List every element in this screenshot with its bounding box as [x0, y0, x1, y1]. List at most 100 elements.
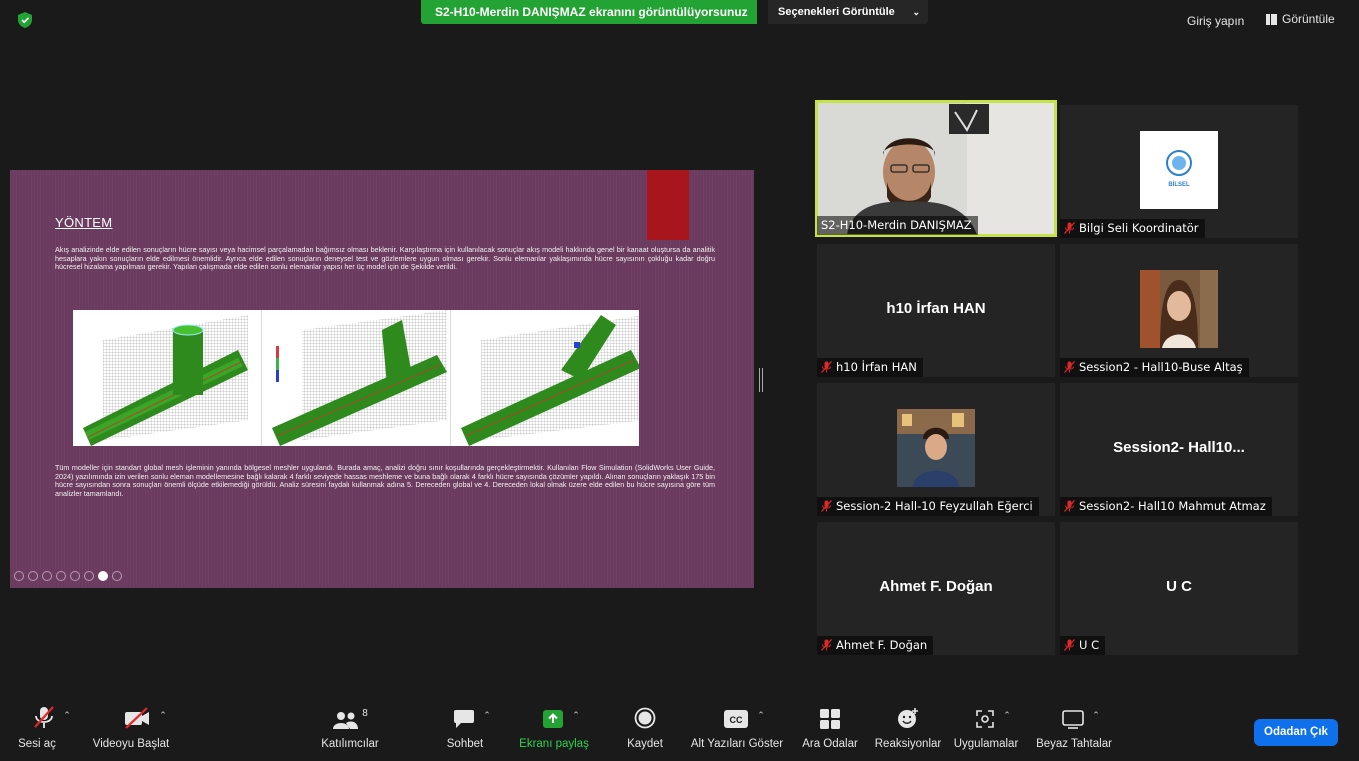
participant-name: Ahmet F. Doğan: [836, 638, 928, 652]
prev-slide-icon[interactable]: [14, 571, 24, 581]
split-view-handle[interactable]: [759, 368, 763, 392]
chevron-up-icon[interactable]: ⌃: [757, 711, 765, 721]
slide-paragraph-1: Akış analizinde elde edilen sonuçların h…: [55, 245, 715, 272]
participants-button[interactable]: 8 Katılımcılar: [312, 697, 388, 761]
view-options-button[interactable]: Seçenekleri Görüntüle ⌄: [768, 0, 928, 24]
chevron-down-icon: ⌄: [912, 7, 920, 17]
view-layout-button[interactable]: Görüntüle: [1266, 12, 1335, 26]
mic-muted-icon: [821, 639, 832, 651]
participant-display-name: h10 İrfan HAN: [886, 300, 986, 317]
start-video-button[interactable]: ⌃ Videoyu Başlat: [93, 697, 190, 761]
chevron-up-icon[interactable]: ⌃: [572, 711, 580, 721]
show-captions-button[interactable]: CC ⌃ Alt Yazıları Göster: [690, 697, 798, 761]
pen-icon[interactable]: [42, 571, 52, 581]
breakout-rooms-button[interactable]: Ara Odalar: [800, 697, 860, 761]
zoom-meeting-window: S2-H10-Merdin DANIŞMAZ ekranını görüntül…: [0, 0, 1359, 761]
chat-button[interactable]: ⌃ Sohbet: [440, 697, 504, 761]
reactions-icon: [898, 708, 918, 728]
view-layout-label: Görüntüle: [1282, 12, 1335, 26]
participant-tile[interactable]: Session2- Hall10... Session2- Hall10 Mah…: [1060, 383, 1298, 516]
participant-tile[interactable]: Session-2 Hall-10 Feyzullah Eğerci: [817, 383, 1055, 516]
mesh-model-2: [262, 310, 451, 446]
bilsel-logo: BİLSEL: [1140, 131, 1218, 209]
participant-tile[interactable]: BİLSEL Bilgi Seli Koordinatör: [1060, 105, 1298, 238]
chevron-up-icon[interactable]: ⌃: [1003, 711, 1011, 721]
mic-muted-icon: [821, 500, 832, 512]
unmute-button[interactable]: ⌃ Sesi aç: [18, 697, 80, 761]
participant-name-label: Session-2 Hall-10 Feyzullah Eğerci: [817, 497, 1039, 516]
breakout-rooms-label: Ara Odalar: [802, 738, 858, 750]
participant-name: Session2 - Hall10-Buse Altaş: [1079, 360, 1243, 374]
participant-display-name: Ahmet F. Doğan: [879, 578, 993, 595]
meeting-toolbar: ⌃ Sesi aç ⌃ Videoyu Başlat 8 Katılımcıla…: [0, 697, 1359, 761]
mic-muted-icon: [1064, 361, 1075, 373]
bilsel-logo-text: BİLSEL: [1168, 181, 1190, 188]
start-video-label: Videoyu Başlat: [92, 738, 170, 750]
participant-tile-speaker[interactable]: S2-H10-Merdin DANIŞMAZ: [815, 100, 1057, 237]
cc-icon[interactable]: [98, 571, 108, 581]
participant-tile[interactable]: Session2 - Hall10-Buse Altaş: [1060, 244, 1298, 377]
screen-share-banner: S2-H10-Merdin DANIŞMAZ ekranını görüntül…: [421, 0, 757, 24]
participant-tile[interactable]: Ahmet F. Doğan Ahmet F. Doğan: [817, 522, 1055, 655]
participant-name-label: h10 İrfan HAN: [817, 358, 923, 377]
more-icon[interactable]: [112, 571, 122, 581]
chevron-up-icon[interactable]: ⌃: [159, 711, 167, 721]
share-screen-button[interactable]: ⌃ Ekranı paylaş: [518, 697, 604, 761]
participant-tile[interactable]: U C U C: [1060, 522, 1298, 655]
whiteboards-label: Beyaz Tahtalar: [1036, 738, 1112, 750]
chevron-up-icon[interactable]: ⌃: [63, 711, 71, 721]
chevron-up-icon[interactable]: ⌃: [483, 711, 491, 721]
participants-label: Katılımcılar: [321, 738, 379, 750]
mic-muted-icon: [1064, 500, 1075, 512]
record-label: Kaydet: [627, 738, 663, 750]
participant-name: U C: [1079, 638, 1100, 652]
slides-icon[interactable]: [56, 571, 66, 581]
mic-muted-icon: [821, 361, 832, 373]
participant-name: Session-2 Hall-10 Feyzullah Eğerci: [836, 499, 1033, 513]
record-icon: [634, 707, 656, 729]
share-screen-icon: [543, 710, 564, 728]
chevron-up-icon[interactable]: ⌃: [1092, 711, 1100, 721]
participant-name-label: U C: [1060, 636, 1106, 655]
participant-display-name: Session2- Hall10...: [1113, 439, 1245, 456]
mic-muted-icon: [1064, 639, 1075, 651]
participant-name: S2-H10-Merdin DANIŞMAZ: [821, 218, 972, 232]
participant-name: Bilgi Seli Koordinatör: [1079, 221, 1199, 235]
mesh-model-3: [451, 310, 639, 446]
mic-muted-icon: [1064, 222, 1075, 234]
participant-count: 8: [362, 708, 368, 719]
participants-icon: [333, 712, 359, 729]
reactions-button[interactable]: Reaksiyonlar: [872, 697, 944, 761]
slide-controls: [14, 571, 122, 581]
chat-icon: [454, 710, 475, 728]
subtitles-icon[interactable]: [84, 571, 94, 581]
leave-meeting-button[interactable]: Odadan Çık: [1254, 719, 1338, 746]
breakout-rooms-icon: [820, 709, 840, 729]
shield-check-icon[interactable]: [18, 12, 32, 28]
participant-tile[interactable]: h10 İrfan HAN h10 İrfan HAN: [817, 244, 1055, 377]
participant-name-label: Session2- Hall10 Mahmut Atmaz: [1060, 497, 1272, 516]
participant-name-label: Session2 - Hall10-Buse Altaş: [1060, 358, 1249, 377]
mic-muted-icon: [34, 706, 55, 728]
participant-name: Session2- Hall10 Mahmut Atmaz: [1079, 499, 1266, 513]
apps-label: Uygulamalar: [953, 738, 1019, 750]
layout-icon: [1266, 13, 1277, 25]
zoom-icon[interactable]: [70, 571, 80, 581]
video-off-icon: [125, 707, 150, 729]
view-options-label: Seçenekleri Görüntüle: [778, 6, 895, 18]
slide-paragraph-2: Tüm modeller için standart global mesh i…: [55, 463, 715, 498]
participant-name-label: S2-H10-Merdin DANIŞMAZ: [817, 216, 978, 235]
captions-icon: CC: [724, 710, 749, 728]
sign-in-link[interactable]: Giriş yapın: [1187, 14, 1244, 28]
chat-label: Sohbet: [446, 738, 484, 750]
next-slide-icon[interactable]: [28, 571, 38, 581]
participant-name-label: Ahmet F. Doğan: [817, 636, 934, 655]
mesh-model-figure: [73, 310, 639, 446]
show-captions-label: Alt Yazıları Göster: [690, 738, 784, 750]
participant-display-name: U C: [1166, 578, 1192, 595]
whiteboard-icon: [1062, 710, 1085, 729]
record-button[interactable]: Kaydet: [620, 697, 670, 761]
whiteboards-button[interactable]: ⌃ Beyaz Tahtalar: [1036, 697, 1122, 761]
apps-button[interactable]: ⌃ Uygulamalar: [954, 697, 1032, 761]
shared-screen-slide: YÖNTEM Akış analizinde elde edilen sonuç…: [10, 170, 754, 588]
